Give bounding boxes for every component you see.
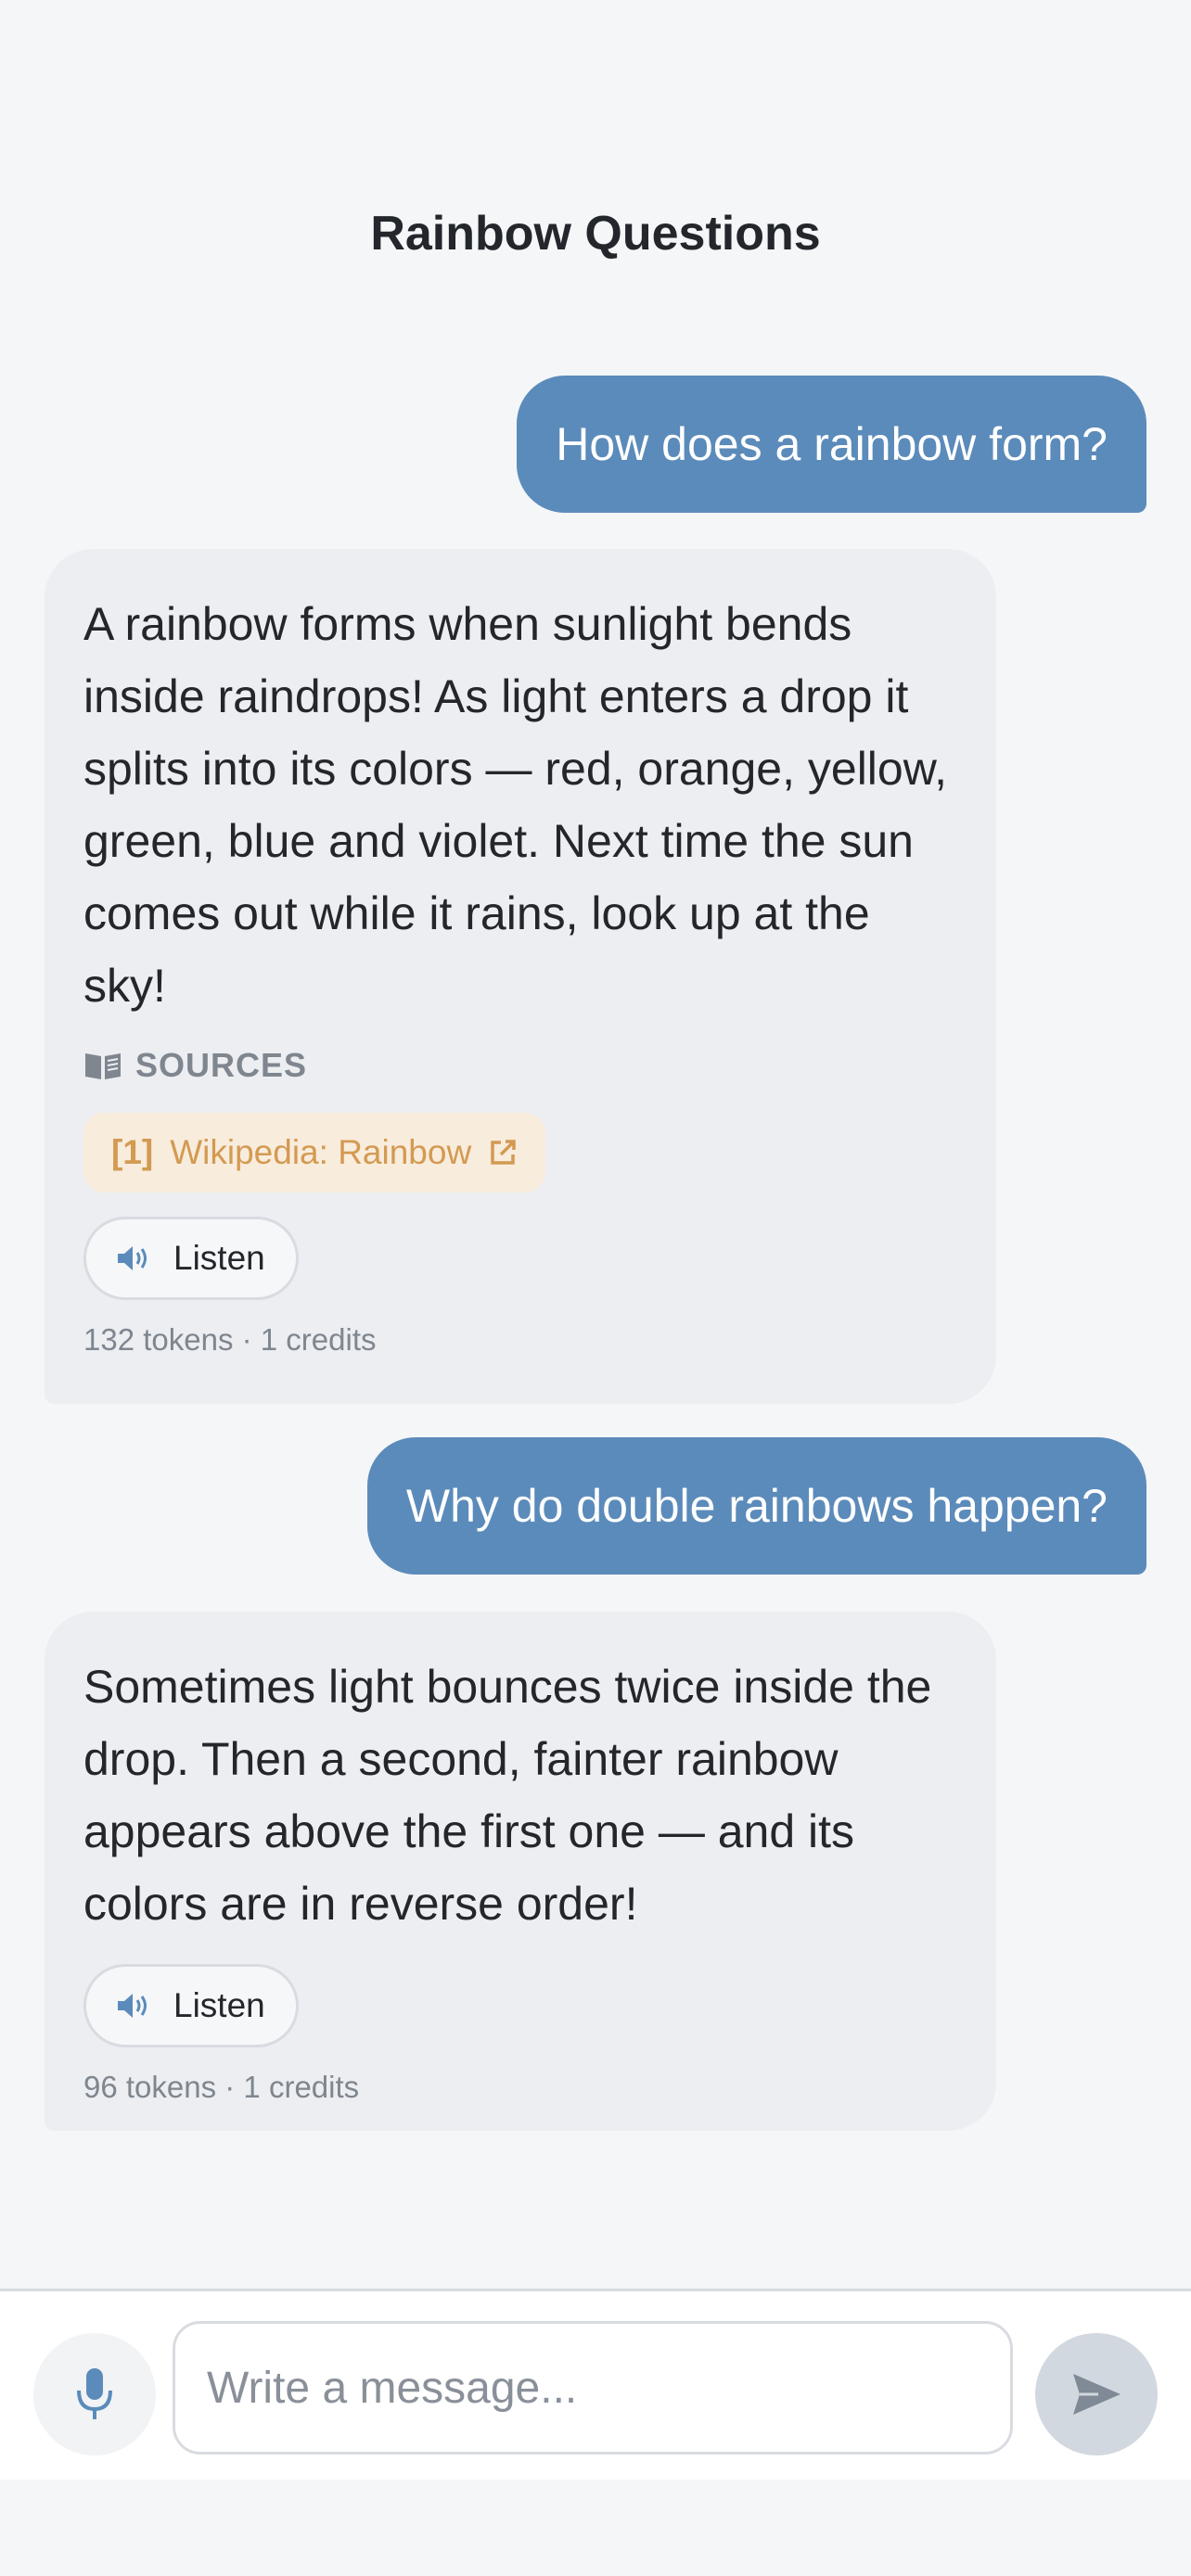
message-input[interactable]	[173, 2321, 1013, 2455]
send-button[interactable]	[1035, 2333, 1158, 2455]
source-link[interactable]: [1] Wikipedia: Rainbow	[83, 1113, 546, 1192]
user-message: Why do double rainbows happen?	[366, 1437, 1146, 1575]
source-number: [1]	[111, 1133, 154, 1171]
assistant-message-text: Sometimes light bounces twice inside the…	[83, 1661, 932, 1930]
listen-label: Listen	[173, 1239, 265, 1277]
microphone-icon	[77, 2368, 112, 2419]
send-icon	[1073, 2374, 1121, 2415]
microphone-button[interactable]	[33, 2333, 156, 2455]
assistant-message-text: A rainbow forms when sunlight bends insi…	[83, 598, 947, 1012]
assistant-message: Sometimes light bounces twice inside the…	[45, 1612, 996, 2131]
book-icon	[85, 1053, 121, 1079]
listen-button[interactable]: Listen	[83, 1217, 299, 1300]
sources-heading: SOURCES	[83, 1046, 957, 1085]
message-composer	[0, 2289, 1191, 2480]
source-label: Wikipedia: Rainbow	[170, 1133, 472, 1171]
page-title: Rainbow Questions	[370, 207, 821, 261]
assistant-message: A rainbow forms when sunlight bends insi…	[45, 549, 996, 1404]
usage-meta: 96 tokens · 1 credits	[83, 2070, 360, 2104]
listen-button[interactable]: Listen	[83, 1964, 299, 2047]
user-message: How does a rainbow form?	[517, 376, 1146, 513]
usage-meta: 132 tokens · 1 credits	[83, 1322, 377, 1357]
speaker-icon	[118, 1246, 147, 1270]
external-link-icon	[491, 1140, 516, 1165]
speaker-icon	[118, 1994, 147, 2018]
listen-label: Listen	[173, 1986, 265, 2024]
sources-label: SOURCES	[135, 1046, 308, 1084]
